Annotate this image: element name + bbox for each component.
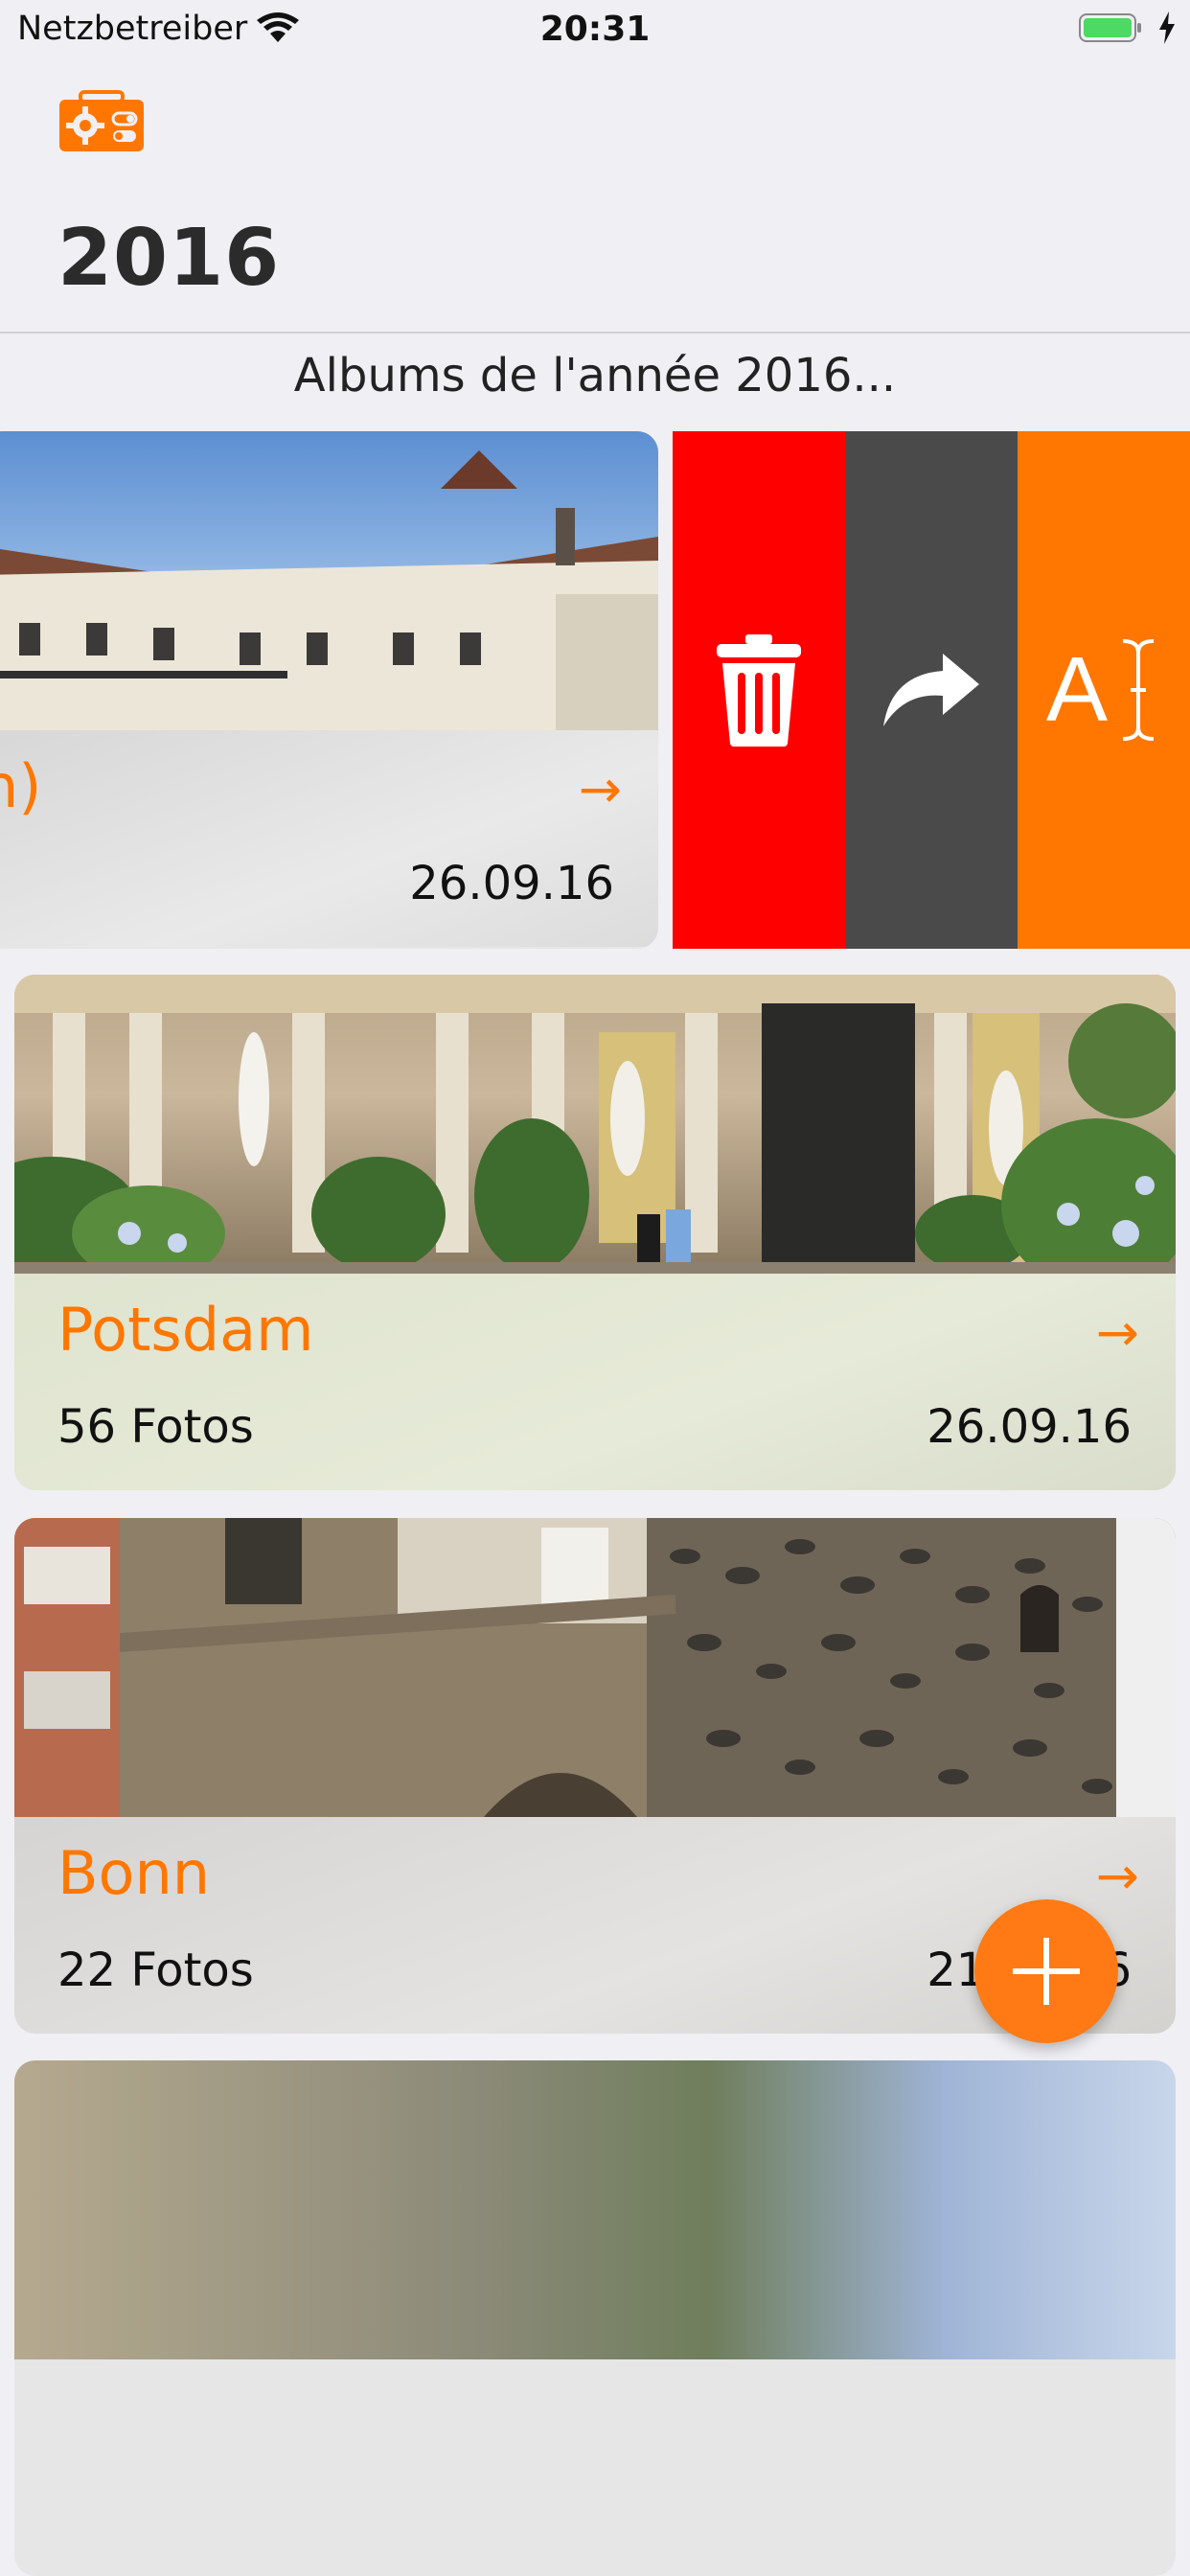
- album-info: n) → 26.09.16: [0, 730, 658, 947]
- rename-text-cursor-icon: A: [1046, 637, 1161, 743]
- nav-divider: [0, 332, 1190, 334]
- share-arrow-icon: [883, 654, 979, 726]
- add-album-button[interactable]: [974, 1899, 1118, 2043]
- settings-toggle-icon: [59, 90, 144, 151]
- album-card[interactable]: Potsdam → 56 Fotos 26.09.16: [14, 975, 1176, 1490]
- album-cover-photo: [14, 975, 1176, 1274]
- album-name: Bonn: [57, 1838, 211, 1908]
- album-card[interactable]: [14, 2060, 1176, 2576]
- page-title: 2016: [57, 213, 281, 304]
- album-card-swiped[interactable]: n) → 26.09.16: [0, 431, 658, 949]
- arrow-right-icon[interactable]: →: [1096, 1846, 1139, 1906]
- arrow-right-icon[interactable]: →: [579, 759, 622, 819]
- album-date: 26.09.16: [409, 857, 614, 910]
- album-name: Potsdam: [57, 1295, 314, 1365]
- photo-count: 22 Fotos: [57, 1944, 254, 1997]
- album-cover-photo: [14, 2060, 1176, 2359]
- album-info: Potsdam → 56 Fotos 26.09.16: [14, 1274, 1176, 1490]
- photo-count: 56 Fotos: [57, 1400, 254, 1454]
- plus-icon: [1013, 1938, 1080, 2005]
- delete-button[interactable]: [673, 431, 845, 949]
- album-cover-photo: [14, 1518, 1176, 1817]
- album-cover-photo: [0, 431, 658, 730]
- charging-bolt-icon: [1157, 12, 1177, 48]
- swipe-actions: A: [673, 431, 1190, 949]
- album-name: n): [0, 751, 42, 821]
- rename-button[interactable]: A: [1018, 431, 1190, 949]
- album-date: 26.09.16: [927, 1400, 1132, 1454]
- status-bar: Netzbetreiber 20:31: [0, 0, 1190, 58]
- share-button[interactable]: [845, 431, 1018, 949]
- trash-icon: [717, 634, 801, 747]
- arrow-right-icon[interactable]: →: [1096, 1302, 1139, 1363]
- section-subtitle: Albums de l'année 2016...: [293, 349, 897, 402]
- status-time: 20:31: [539, 10, 651, 49]
- battery-charging-icon: [1079, 13, 1142, 42]
- settings-button[interactable]: [57, 90, 146, 153]
